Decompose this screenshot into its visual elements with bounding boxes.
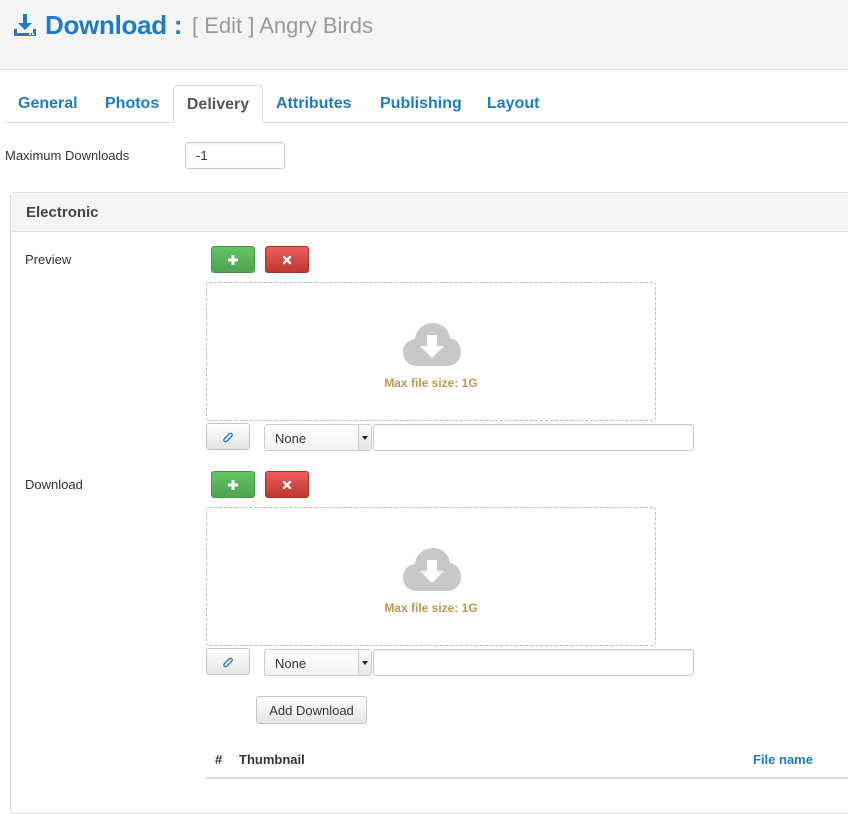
page-title: Download : (45, 10, 183, 40)
add-download-button[interactable]: Add Download (256, 696, 367, 724)
preview-dropzone[interactable]: Max file size: 1G (206, 282, 656, 421)
column-file-name[interactable]: File name (753, 752, 813, 767)
preview-file-input[interactable] (373, 424, 694, 451)
download-remove-button[interactable] (265, 471, 309, 498)
download-label: Download (25, 477, 83, 492)
max-downloads-input[interactable] (185, 142, 285, 169)
download-dropzone-text: Max file size: 1G (384, 601, 478, 615)
plus-icon (228, 479, 238, 490)
download-dropzone[interactable]: Max file size: 1G (206, 507, 656, 646)
preview-label: Preview (25, 252, 72, 267)
paperclip-icon (223, 657, 233, 667)
max-downloads-label: Maximum Downloads (5, 148, 130, 163)
panel-header: Electronic (11, 193, 848, 232)
close-icon (282, 480, 292, 489)
tab-general[interactable]: General (18, 85, 78, 122)
download-file-input[interactable] (373, 649, 694, 676)
download-select[interactable]: None (264, 649, 372, 676)
cloud-download-icon (403, 323, 461, 366)
page-header: Download : [ Edit ] Angry Birds (0, 0, 848, 70)
download-add-button[interactable] (211, 471, 255, 498)
page-subtitle: [ Edit ] Angry Birds (192, 13, 373, 38)
plus-icon (228, 254, 238, 265)
paperclip-icon (223, 432, 233, 442)
chevron-down-icon (358, 425, 371, 450)
tab-attributes[interactable]: Attributes (276, 85, 352, 122)
preview-select[interactable]: None (264, 424, 372, 451)
tab-publishing[interactable]: Publishing (380, 85, 462, 122)
download-attach-button[interactable] (206, 648, 250, 675)
downloads-table-header: # Thumbnail File name (206, 742, 848, 779)
preview-select-value: None (275, 431, 307, 446)
tab-delivery[interactable]: Delivery (173, 85, 263, 123)
close-icon (282, 255, 292, 264)
cloud-download-icon (403, 548, 461, 591)
download-icon (14, 14, 36, 36)
preview-attach-button[interactable] (206, 423, 250, 450)
column-number: # (215, 752, 223, 767)
preview-remove-button[interactable] (265, 246, 309, 273)
chevron-down-icon (358, 650, 371, 675)
download-select-value: None (275, 656, 307, 671)
column-thumbnail: Thumbnail (239, 752, 305, 767)
panel-title: Electronic (26, 204, 99, 221)
preview-dropzone-text: Max file size: 1G (384, 376, 478, 390)
tab-layout[interactable]: Layout (487, 85, 539, 122)
preview-add-button[interactable] (211, 246, 255, 273)
tab-photos[interactable]: Photos (105, 85, 159, 122)
tab-bar: General Photos Delivery Attributes Publi… (5, 85, 848, 123)
